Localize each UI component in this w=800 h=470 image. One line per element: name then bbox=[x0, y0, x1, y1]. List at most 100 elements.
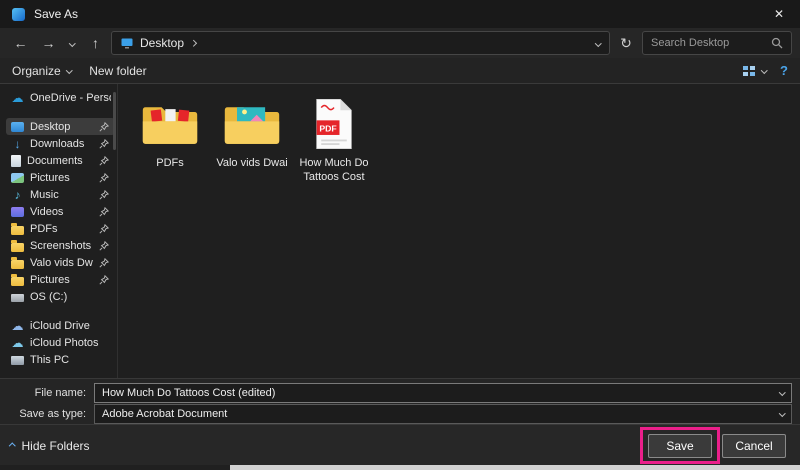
file-name-combo bbox=[94, 383, 792, 403]
view-mode-button[interactable] bbox=[742, 64, 767, 78]
sidebar-item[interactable]: This PC bbox=[6, 351, 115, 368]
save-button[interactable]: Save bbox=[648, 434, 712, 458]
recent-locations-button[interactable] bbox=[64, 31, 80, 55]
taskbar-sliver bbox=[230, 465, 800, 470]
address-bar[interactable]: Desktop bbox=[111, 31, 610, 55]
forward-button[interactable]: → bbox=[36, 31, 61, 55]
hide-folders-label: Hide Folders bbox=[22, 439, 90, 453]
pin-icon bbox=[99, 139, 109, 149]
sidebar-item[interactable]: OS (C:) bbox=[6, 288, 115, 305]
sidebar-item-icon bbox=[11, 188, 24, 201]
fields-panel: File name: Save as type: Adobe Acrobat D… bbox=[0, 378, 800, 424]
sidebar-item[interactable]: OneDrive - Person bbox=[6, 89, 115, 106]
save-type-row: Save as type: Adobe Acrobat Document bbox=[0, 404, 792, 424]
search-box[interactable] bbox=[642, 31, 792, 55]
sidebar-item-icon bbox=[11, 319, 24, 332]
sidebar-item-icon bbox=[11, 173, 24, 183]
sidebar-item-label: Documents bbox=[27, 155, 93, 167]
file-name-row: File name: bbox=[0, 383, 792, 403]
sidebar-item-icon bbox=[11, 137, 24, 150]
sidebar-item-label: Videos bbox=[30, 206, 93, 218]
help-button[interactable]: ? bbox=[780, 63, 788, 78]
sidebar-item-label: Downloads bbox=[30, 138, 93, 150]
sidebar-item[interactable] bbox=[6, 106, 115, 118]
app-icon bbox=[12, 8, 25, 21]
sidebar-item-icon bbox=[11, 243, 24, 252]
sidebar-item-label: Valo vids Dwai bbox=[30, 257, 93, 269]
file-item[interactable]: PDF How Much Do Tattoos Cost bbox=[296, 92, 372, 188]
pin-icon bbox=[99, 258, 109, 268]
sidebar-item-label: OneDrive - Person bbox=[30, 92, 111, 104]
sidebar-scrollbar[interactable] bbox=[113, 92, 116, 150]
navigation-bar: ← → ↑ Desktop ↻ bbox=[0, 28, 800, 58]
file-list: PDF PDFs bbox=[118, 84, 800, 378]
new-folder-label: New folder bbox=[89, 64, 146, 78]
sidebar-item-icon bbox=[11, 336, 24, 349]
sidebar-item[interactable]: iCloud Drive bbox=[6, 317, 115, 334]
sidebar-item-icon bbox=[11, 260, 24, 269]
sidebar-item[interactable] bbox=[6, 305, 115, 317]
up-button[interactable]: ↑ bbox=[83, 31, 108, 55]
pin-icon bbox=[99, 275, 109, 285]
chevron-right-icon[interactable] bbox=[190, 40, 196, 46]
sidebar-item-label: PDFs bbox=[30, 223, 93, 235]
refresh-button[interactable]: ↻ bbox=[613, 31, 639, 55]
file-name-label: Valo vids Dwai bbox=[216, 156, 287, 170]
save-type-select[interactable]: Adobe Acrobat Document bbox=[94, 404, 792, 424]
file-item[interactable]: PDF PDFs bbox=[132, 92, 208, 173]
organize-label: Organize bbox=[12, 64, 61, 78]
pin-icon bbox=[99, 224, 109, 234]
help-icon: ? bbox=[780, 63, 788, 78]
sidebar-item-label: Pictures bbox=[30, 172, 93, 184]
sidebar-item[interactable]: Documents bbox=[6, 152, 115, 169]
sidebar-item[interactable]: Downloads bbox=[6, 135, 115, 152]
window-title: Save As bbox=[34, 7, 78, 21]
sidebar-item[interactable]: PDFs bbox=[6, 220, 115, 237]
close-button[interactable]: ✕ bbox=[758, 0, 800, 28]
grid-view-icon bbox=[742, 64, 756, 78]
sidebar-item[interactable]: Music bbox=[6, 186, 115, 203]
sidebar-item[interactable]: Desktop bbox=[6, 118, 115, 135]
pin-icon bbox=[99, 173, 109, 183]
new-folder-button[interactable]: New folder bbox=[89, 64, 146, 78]
sidebar-item-icon bbox=[11, 277, 24, 286]
file-name-field-label: File name: bbox=[0, 387, 94, 399]
back-button[interactable]: ← bbox=[8, 31, 33, 55]
organize-button[interactable]: Organize bbox=[12, 64, 71, 78]
sidebar-item[interactable]: Valo vids Dwai bbox=[6, 254, 115, 271]
sidebar-item-label: OS (C:) bbox=[30, 291, 111, 303]
chevron-up-icon bbox=[9, 443, 15, 449]
file-item[interactable]: PDF Valo vids Dwai bbox=[214, 92, 290, 173]
sidebar-item[interactable]: Screenshots bbox=[6, 237, 115, 254]
pdf-file-icon: PDF bbox=[313, 97, 355, 151]
file-name-label: PDFs bbox=[156, 156, 184, 170]
sidebar-item-icon bbox=[11, 226, 24, 235]
cancel-button[interactable]: Cancel bbox=[722, 434, 786, 458]
sidebar-item-icon bbox=[11, 294, 24, 302]
desktop-location-icon bbox=[121, 38, 133, 49]
sidebar-item[interactable]: Pictures bbox=[6, 169, 115, 186]
pin-icon bbox=[99, 156, 109, 166]
sidebar-item[interactable]: iCloud Photos bbox=[6, 334, 115, 351]
search-icon bbox=[771, 37, 783, 49]
pdfs-folder-icon bbox=[140, 101, 200, 151]
sidebar-item-label: Screenshots bbox=[30, 240, 93, 252]
sidebar-item-icon bbox=[11, 356, 24, 365]
sidebar-item[interactable]: Pictures bbox=[6, 271, 115, 288]
chevron-down-icon bbox=[761, 67, 767, 73]
file-name-label: How Much Do Tattoos Cost bbox=[298, 156, 370, 185]
pin-icon bbox=[99, 122, 109, 132]
file-name-input[interactable] bbox=[94, 383, 792, 403]
sidebar-item-icon bbox=[11, 122, 24, 132]
sidebar-item-label: Desktop bbox=[30, 121, 93, 133]
dialog-body: OneDrive - Person Desktop Downloads Docu… bbox=[0, 84, 800, 378]
address-dropdown-icon[interactable] bbox=[595, 40, 601, 46]
hide-folders-button[interactable]: Hide Folders bbox=[10, 434, 90, 458]
search-input[interactable] bbox=[651, 37, 771, 49]
sidebar-item[interactable]: Videos bbox=[6, 203, 115, 220]
toolbar-right-group: ? bbox=[742, 63, 788, 78]
sidebar-item-label: iCloud Drive bbox=[30, 320, 111, 332]
breadcrumb[interactable]: Desktop bbox=[140, 36, 184, 50]
save-as-dialog: Save As ✕ ← → ↑ Desktop ↻ Organize New f… bbox=[0, 0, 800, 470]
dialog-footer: Hide Folders Save Cancel bbox=[0, 424, 800, 465]
